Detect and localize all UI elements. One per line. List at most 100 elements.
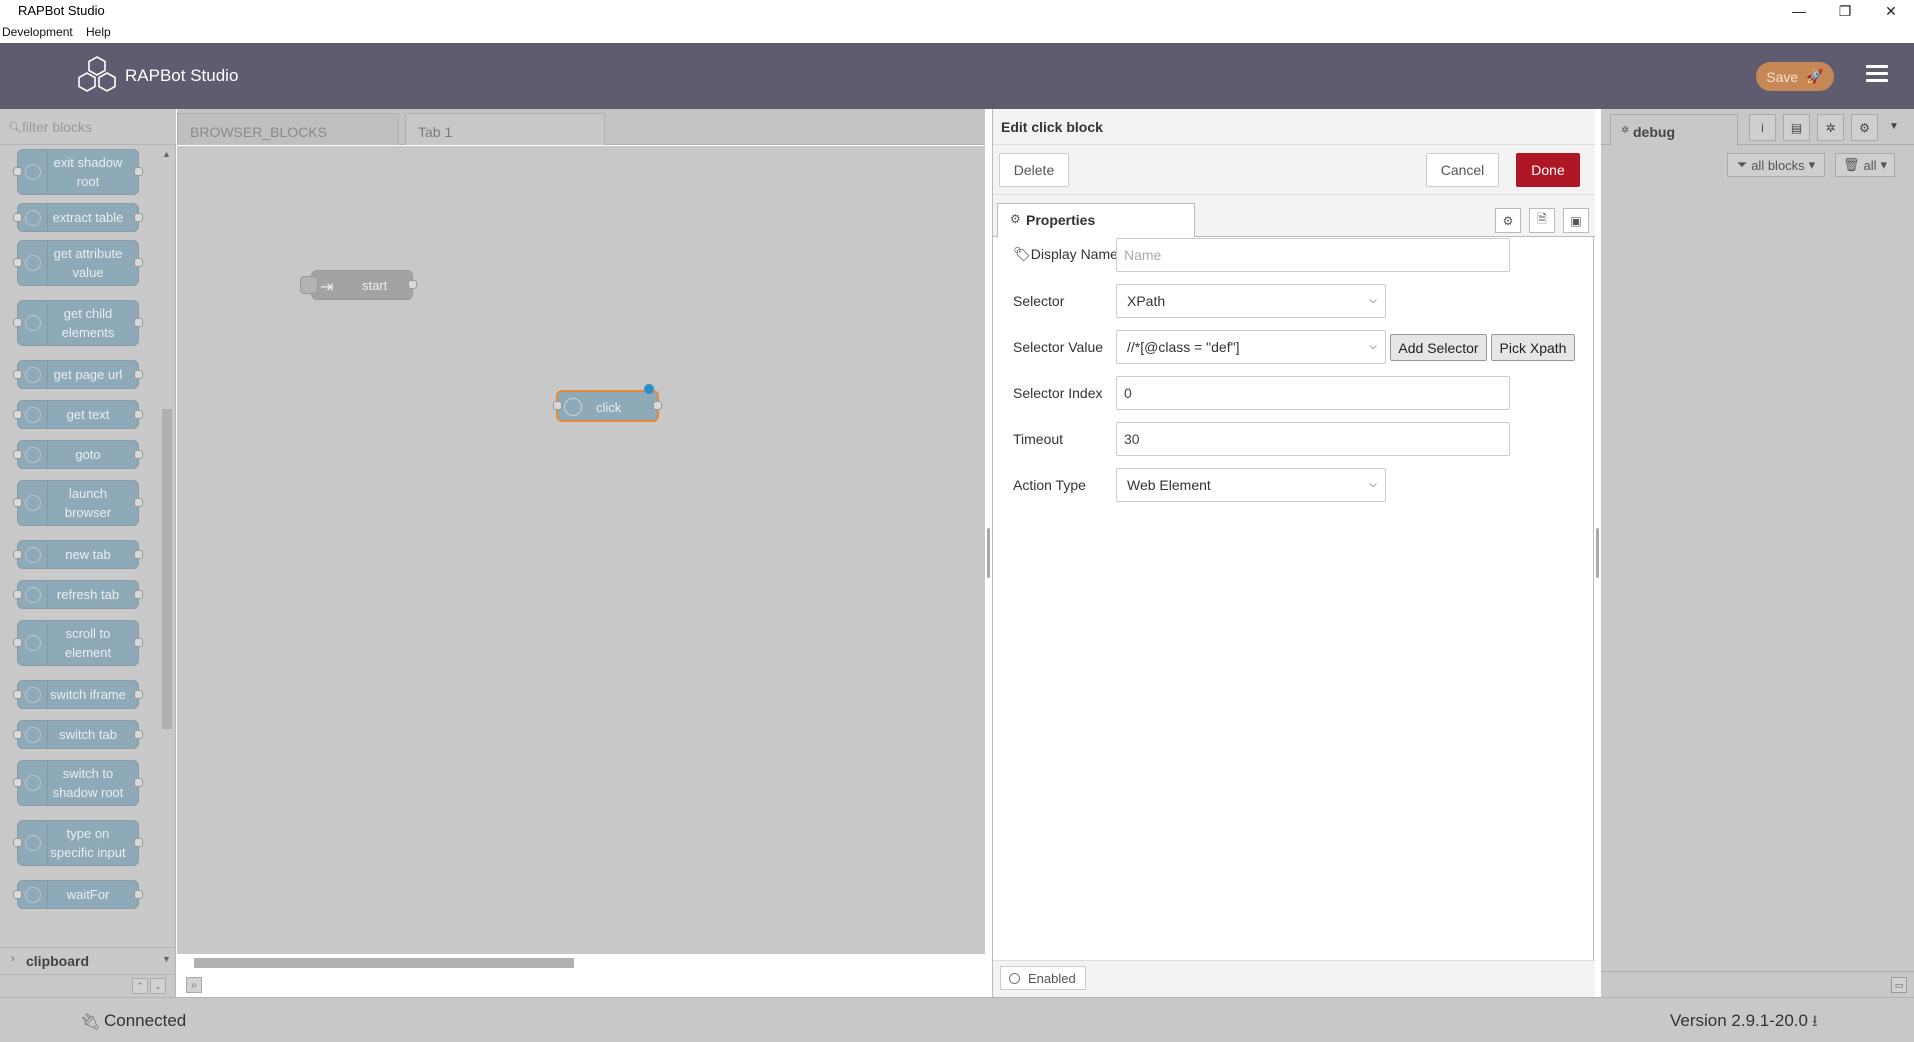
done-button[interactable]: Done xyxy=(1516,153,1580,187)
selector-index-label: Selector Index xyxy=(1013,385,1103,401)
flow-node-click[interactable]: click xyxy=(553,384,662,422)
debug-tab-button[interactable]: ✲ xyxy=(1817,114,1844,141)
node-description-button[interactable]: 🗎 xyxy=(1529,208,1555,233)
globe-icon xyxy=(24,209,41,226)
tab-debug[interactable]: ✲ debug xyxy=(1610,114,1738,146)
delete-button[interactable]: Delete xyxy=(999,153,1069,187)
monitor-icon: ▭ xyxy=(1894,979,1904,990)
globe-icon xyxy=(24,635,41,651)
config-tab-button[interactable]: ⚙ xyxy=(1851,114,1878,141)
palette-node[interactable]: get attribute value xyxy=(13,240,143,286)
globe-icon xyxy=(24,406,41,423)
help-tab-button[interactable]: ▤ xyxy=(1783,114,1810,141)
palette-category-clipboard[interactable]: › clipboard ▼ xyxy=(0,947,176,973)
palette-node[interactable]: waitFor xyxy=(13,880,143,909)
globe-icon xyxy=(24,775,41,791)
selector-select[interactable]: XPath ⌵ xyxy=(1116,284,1386,318)
action-type-select[interactable]: Web Element ⌵ xyxy=(1116,468,1386,502)
chevron-up-icon: ⌃ xyxy=(136,980,144,991)
gear-icon: ⚙ xyxy=(1010,212,1021,226)
palette-node[interactable]: get child elements xyxy=(13,300,143,346)
sidebar-tabbar: ✲ debug i ▤ ✲ ⚙ ▼ xyxy=(1601,109,1914,146)
palette-node[interactable]: new tab xyxy=(13,540,143,569)
chevron-down-icon: ⌵ xyxy=(1369,341,1377,352)
canvas-scrollbar[interactable] xyxy=(194,958,574,968)
scroll-up-icon[interactable]: ▲ xyxy=(162,149,171,159)
gear-icon: ⚙ xyxy=(1502,213,1514,228)
clear-debug-button[interactable]: 🗑︎ all ▾ xyxy=(1835,153,1895,177)
timeout-label: Timeout xyxy=(1013,431,1064,447)
bug-icon: ✲ xyxy=(1825,120,1836,135)
menu-development[interactable]: Development xyxy=(2,25,73,39)
chevron-down-icon: ▼ xyxy=(162,954,171,964)
globe-icon xyxy=(24,726,41,743)
palette-node[interactable]: scroll to element xyxy=(13,620,143,666)
palette-filter[interactable]: 🔍︎ filter blocks xyxy=(0,109,176,145)
tab-properties[interactable]: ⚙ Properties xyxy=(997,203,1195,238)
tab-browser-blocks[interactable]: BROWSER_BLOCKS xyxy=(177,113,399,145)
menubar: Development Help xyxy=(0,22,1914,43)
open-window-button[interactable]: ▭ xyxy=(1891,977,1907,993)
block-palette: 🔍︎ filter blocks exit shadow root extrac… xyxy=(0,109,176,997)
info-tab-button[interactable]: i xyxy=(1749,114,1776,141)
display-name-input[interactable]: Name xyxy=(1116,238,1510,272)
minimize-button[interactable]: — xyxy=(1776,0,1822,22)
node-appearance-button[interactable]: ▣ xyxy=(1563,208,1589,233)
palette-node[interactable]: type on specific input xyxy=(13,820,143,866)
palette-node[interactable]: goto xyxy=(13,440,143,469)
chevron-down-icon[interactable]: ▼ xyxy=(1889,121,1899,132)
palette-node[interactable]: switch to shadow root xyxy=(13,760,143,806)
menu-help[interactable]: Help xyxy=(86,25,111,39)
collapse-all-button[interactable]: ⌃ xyxy=(132,978,148,994)
appearance-icon: ▣ xyxy=(1570,213,1582,228)
enabled-toggle[interactable]: Enabled xyxy=(1000,966,1086,990)
chevron-right-icon: › xyxy=(11,953,15,965)
palette-node[interactable]: switch tab xyxy=(13,720,143,749)
minimize-icon: — xyxy=(1792,3,1806,19)
palette-node[interactable]: exit shadow root xyxy=(13,149,143,195)
trash-icon: 🗑︎ xyxy=(1842,157,1860,172)
plug-icon: 🔌︎ xyxy=(80,1014,101,1031)
filter-blocks-input[interactable]: filter blocks xyxy=(22,119,92,135)
main-menu-button[interactable] xyxy=(1866,65,1888,87)
selector-value-select[interactable]: //*[@class = "def"] ⌵ xyxy=(1116,330,1386,364)
book-icon: ▤ xyxy=(1790,120,1803,135)
expand-all-button[interactable]: ⌄ xyxy=(150,978,166,994)
resize-handle[interactable] xyxy=(987,528,990,578)
app-header: RAPBot Studio Save 🚀 xyxy=(0,43,1914,109)
close-window-button[interactable]: ✕ xyxy=(1868,0,1914,22)
node-settings-button[interactable]: ⚙ xyxy=(1495,208,1521,233)
tab-tab-1[interactable]: Tab 1 xyxy=(405,113,605,145)
palette-node[interactable]: refresh tab xyxy=(13,580,143,609)
save-button[interactable]: Save 🚀 xyxy=(1756,62,1834,91)
rocket-icon: 🚀 xyxy=(1806,68,1824,84)
palette-node[interactable]: launch browser xyxy=(13,480,143,526)
timeout-input[interactable]: 30 xyxy=(1116,422,1510,456)
resize-handle[interactable] xyxy=(1596,528,1599,578)
palette-node[interactable]: get text xyxy=(13,400,143,429)
sidebar-footer: ▭ xyxy=(1601,971,1914,997)
inject-button[interactable] xyxy=(300,276,318,294)
palette-node[interactable]: get page url xyxy=(13,360,143,389)
tray-title: Edit click block xyxy=(1001,119,1103,135)
pick-xpath-button[interactable]: Pick Xpath xyxy=(1491,334,1575,361)
info-icon: i xyxy=(1761,120,1764,135)
palette-node[interactable]: extract table xyxy=(13,203,143,232)
palette-scrollbar[interactable] xyxy=(162,409,172,729)
chevron-down-icon: ⌄ xyxy=(154,980,162,991)
palette-node[interactable]: switch iframe xyxy=(13,680,143,709)
file-icon: 🗎 xyxy=(1537,212,1547,226)
flow-node-start[interactable]: ⇥ start xyxy=(300,270,417,300)
selector-index-input[interactable]: 0 xyxy=(1116,376,1510,410)
download-icon[interactable]: ⭳ xyxy=(1812,1010,1818,1037)
edit-tray: Edit click block Delete Cancel Done ⚙ Pr… xyxy=(992,109,1595,997)
chevron-down-icon: ⌵ xyxy=(1369,295,1377,306)
restore-button[interactable]: ❐ xyxy=(1822,0,1868,22)
filter-nodes-button[interactable]: ⏷ all blocks ▾ xyxy=(1727,153,1825,177)
add-selector-button[interactable]: Add Selector xyxy=(1390,334,1487,361)
cancel-button[interactable]: Cancel xyxy=(1426,153,1499,187)
flow-canvas[interactable]: ⇥ start click xyxy=(177,146,985,954)
display-name-label: 🏷︎Display Name xyxy=(1013,246,1118,262)
globe-icon xyxy=(24,255,41,271)
canvas-search-button[interactable]: ⌕ xyxy=(186,977,202,993)
